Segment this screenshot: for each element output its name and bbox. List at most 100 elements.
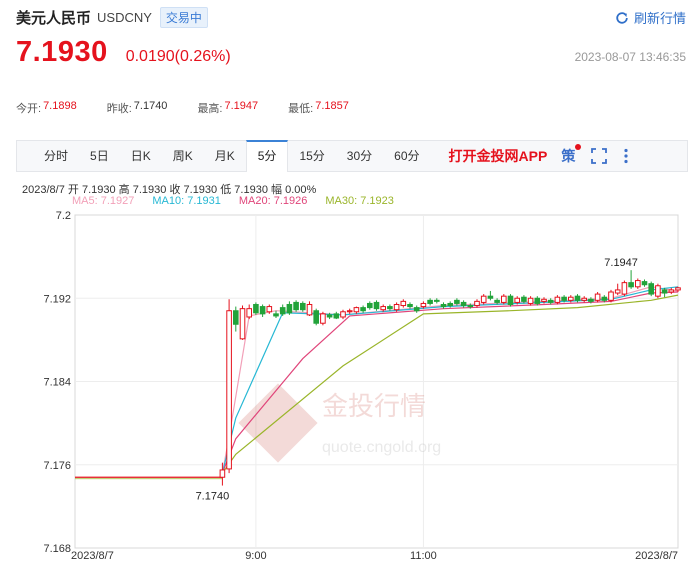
more-button[interactable] <box>623 148 629 164</box>
candlestick-chart[interactable]: 7.27.1927.1847.1767.1682023/8/7 9:00 11:00… <box>0 205 698 564</box>
candle-body <box>434 299 440 302</box>
refresh-label: 刷新行情 <box>633 11 686 26</box>
notification-dot <box>575 144 582 150</box>
x-tick-label: 2023/8/7 <box>71 550 114 562</box>
stat-high-value: 7.1947 <box>224 100 259 112</box>
stat-high: 最高: 7.1947 <box>197 100 258 116</box>
candle-body <box>393 303 400 311</box>
candle-body <box>233 310 239 325</box>
refresh-icon <box>616 11 628 24</box>
stat-open: 今开: 7.1898 <box>16 100 77 116</box>
candle-body <box>574 295 581 301</box>
instrument-code: USDCNY <box>97 9 152 25</box>
stat-low: 最低: 7.1857 <box>288 100 349 116</box>
candle-body <box>253 303 259 314</box>
instrument-title: 美元人民币 <box>16 9 92 27</box>
candle-body <box>266 306 273 313</box>
watermark-logo <box>238 383 318 463</box>
tab-monthly-k[interactable]: 月K <box>204 141 246 172</box>
candle-body <box>373 301 380 310</box>
candle-body <box>293 301 299 311</box>
x-tick-label: 9:00 <box>245 550 266 562</box>
candle-body <box>675 287 681 291</box>
candle-body <box>554 296 561 303</box>
tab-15min[interactable]: 15分 <box>288 141 335 172</box>
candle-body <box>594 293 601 301</box>
candle-body <box>273 313 279 317</box>
watermark: 金投行情 quote.cngold.org <box>238 383 441 463</box>
candle-body <box>614 289 621 294</box>
candle-body <box>226 310 232 470</box>
tab-daily-k[interactable]: 日K <box>120 141 162 172</box>
candle-body <box>219 469 226 478</box>
candle-body <box>320 313 326 324</box>
y-tick-label: 7.168 <box>43 543 71 555</box>
stat-low-label: 最低: <box>288 103 314 115</box>
candle-body <box>581 297 588 301</box>
candle-body <box>541 298 547 302</box>
candle-body <box>239 308 246 340</box>
candle-body <box>440 303 447 308</box>
candle-body <box>454 299 460 304</box>
candle-body <box>487 295 494 299</box>
candle-body <box>300 302 306 311</box>
stat-prev-close: 昨收: 7.1740 <box>107 100 168 116</box>
candle-body <box>460 301 467 307</box>
candle-body <box>380 306 386 311</box>
candle-body <box>480 295 487 303</box>
candle-body <box>367 302 373 309</box>
candle-body <box>447 302 453 307</box>
stat-prev-close-label: 昨收: <box>106 103 132 115</box>
candle-body <box>333 313 340 319</box>
candle-body <box>360 307 366 312</box>
candle-body <box>467 305 474 308</box>
candle-body <box>507 295 514 305</box>
candle-body <box>635 280 641 288</box>
x-tick-label: 11:00 <box>410 550 437 562</box>
open-app-link[interactable]: 打开金投网APP <box>449 146 548 166</box>
candle-body <box>413 307 420 312</box>
strategy-label: 策 <box>561 148 576 164</box>
bar-date: 2023/8/7 <box>22 184 65 196</box>
candle-body <box>621 282 628 295</box>
quote-header: 美元人民币 USDCNY 交易中 <box>16 6 208 28</box>
candle-body <box>494 299 500 303</box>
stat-prev-close-value: 7.1740 <box>133 100 168 112</box>
stats-row: 今开: 7.1898 昨收: 7.1740 最高: 7.1947 最低: 7.1857 <box>16 100 379 116</box>
candle-body <box>628 282 634 288</box>
price-row: 7.1930 0.0190(0.26%) <box>16 36 231 72</box>
more-vertical-icon <box>624 148 628 164</box>
quote-datetime: 2023-08-07 13:46:35 <box>574 50 686 64</box>
candle-body <box>326 314 333 318</box>
candle-body <box>668 289 675 293</box>
candle-body <box>601 296 608 301</box>
candle-body <box>420 302 427 308</box>
candle-body <box>608 291 614 301</box>
candle-body <box>259 306 266 315</box>
candle-body <box>474 300 480 307</box>
tab-30min[interactable]: 30分 <box>336 141 383 172</box>
tab-60min[interactable]: 60分 <box>383 141 430 172</box>
candle-body <box>427 299 433 304</box>
candle-body <box>400 300 407 307</box>
candle-body <box>407 303 413 308</box>
fullscreen-icon <box>591 148 608 164</box>
chart-toolbar: 分时 5日 日K 周K 月K 5分 15分 30分 60分 打开金投网APP 策 <box>16 139 688 172</box>
tab-5day[interactable]: 5日 <box>79 141 120 172</box>
status-badge: 交易中 <box>159 6 208 28</box>
candle-body <box>514 297 521 303</box>
refresh-button[interactable]: 刷新行情 <box>615 8 686 27</box>
tab-5min[interactable]: 5分 <box>245 139 289 172</box>
tab-weekly-k[interactable]: 周K <box>162 141 204 172</box>
candle-body <box>246 308 252 318</box>
strategy-button[interactable]: 策 <box>561 144 582 166</box>
watermark-cn: 金投行情 <box>322 392 426 422</box>
y-tick-label: 7.184 <box>43 377 71 389</box>
candle-body <box>313 310 319 324</box>
stat-open-value: 7.1898 <box>43 100 77 112</box>
fullscreen-button[interactable] <box>591 148 608 164</box>
candle-body <box>534 297 541 304</box>
candle-body <box>648 283 655 295</box>
tab-timeshare[interactable]: 分时 <box>17 141 79 172</box>
candle-body <box>588 298 594 302</box>
